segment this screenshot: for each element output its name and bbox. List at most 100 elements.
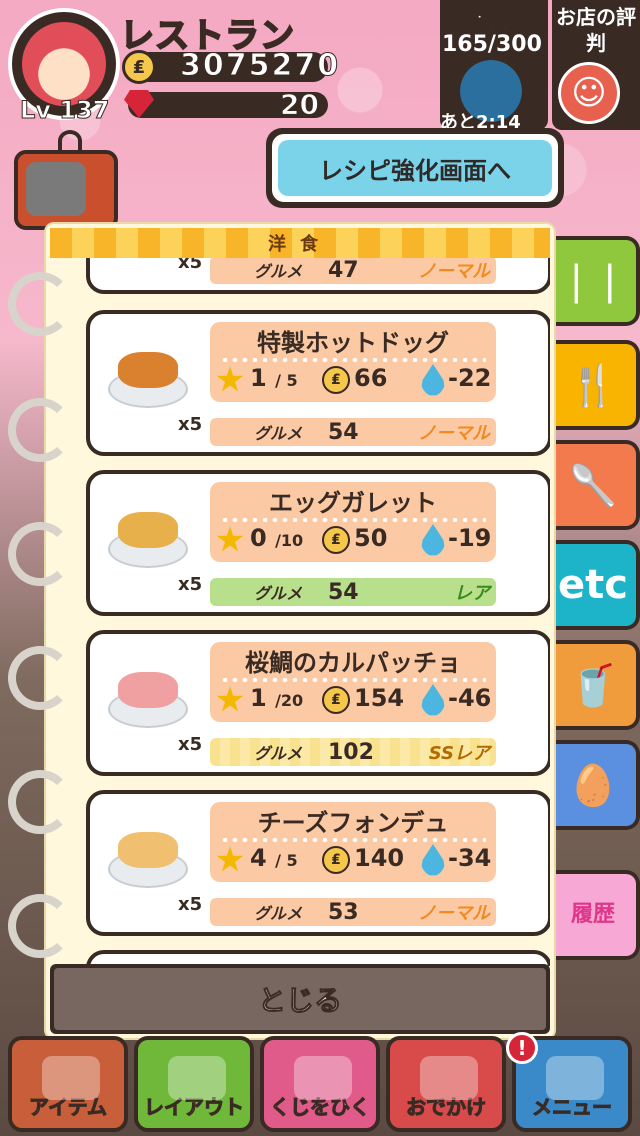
gourmet-label: グルメ [254,744,303,763]
recipe-name: エッグガレット [269,488,437,517]
recipe-price: 50 [354,524,388,552]
tv-icon[interactable] [14,130,118,230]
recipe-quantity: x5 [178,258,203,273]
gourmet-row: グルメ 102 SSレア [210,738,496,766]
food-icon [118,512,178,548]
recipe-list[interactable]: x5 ₤ グルメ 47 ノーマル x5 特製ホットドッグ 1 / 5 ₤ 66 … [50,258,550,966]
recipe-stars: 0 /10 [250,524,303,552]
stars-max: / 5 [275,371,298,390]
gourmet-value: 53 [328,899,359,925]
nav-button-2[interactable]: くじをひく [260,1036,380,1132]
recipe-enhance-button[interactable]: レシピ強化画面へ [266,128,564,208]
dish-image [108,818,188,898]
recipe-name: チーズフォンデュ [257,808,449,837]
recipe-stars: 1 /20 [250,684,303,712]
notebook-ring [8,272,72,336]
stars-max: /10 [275,531,304,550]
notebook-ring [8,770,72,834]
recipe-card[interactable]: x5 チーズフォンデュ 4 / 5 ₤ 140 -34 グルメ 53 ノーマル [86,790,550,936]
nav-button-3[interactable]: おでかけ [386,1036,506,1132]
nav-icon [420,1056,478,1100]
nav-icon [42,1056,100,1100]
recipe-stamina-cost: -22 [448,364,492,392]
gourmet-value: 54 [328,419,359,445]
nav-icon [546,1056,604,1100]
gourmet-label: グルメ [254,904,303,923]
gourmet-label: グルメ [254,262,303,281]
dotted-divider [220,518,486,522]
recipe-stars: 1 / 5 [250,364,298,392]
close-button-label: とじる [54,968,546,1030]
rarity-badge: SSレア [428,743,490,764]
recipe-price: 154 [354,684,405,712]
coin-icon: ₤ [322,526,350,554]
dish-image [108,338,188,418]
dotted-divider [220,678,486,682]
nav-icon [294,1056,352,1100]
recipe-quantity: x5 [178,894,203,915]
recipe-stamina-cost: -34 [448,844,492,872]
gourmet-row: グルメ 54 レア [210,578,496,606]
etc-icon[interactable]: etc [550,540,640,630]
enhance-button-frame: レシピ強化画面へ [272,134,558,202]
recipe-name: 桜鯛のカルパッチョ [245,648,461,677]
coin-icon: ₤ [122,50,156,84]
recipe-card[interactable]: x5 エッグガレット 0 /10 ₤ 50 -19 グルメ 54 レア [86,470,550,616]
avatar-face-icon [22,22,106,106]
notebook-ring [8,646,72,710]
dotted-divider [220,358,486,362]
coin-icon: ₤ [322,686,350,714]
smile-face-icon: ☺ [558,62,620,124]
nav-icon [168,1056,226,1100]
dotted-divider [220,838,486,842]
nav-button-1[interactable]: レイアウト [134,1036,254,1132]
recipe-price: 66 [354,364,388,392]
nav-button-0[interactable]: アイテム [8,1036,128,1132]
recipe-card[interactable]: x5 ₤ グルメ 47 ノーマル [86,258,550,294]
gourmet-row: グルメ 54 ノーマル [210,418,496,446]
player-level: Lv 137 [19,96,110,125]
money-value: 3075270 [179,48,341,84]
dish-image [108,498,188,578]
stars-current: 4 [250,844,267,872]
recipe-card[interactable]: x5 特製ホットドッグ 1 / 5 ₤ 66 -22 グルメ 54 ノーマル [86,310,550,456]
gourmet-value: 102 [328,739,374,765]
coin-icon: ₤ [322,366,350,394]
gem-count: 20 [280,88,320,122]
close-button[interactable]: とじる [50,964,550,1034]
drink-icon[interactable]: 🥤 [550,640,640,730]
stamina-value: 165/300 [442,32,542,57]
gourmet-row: グルメ 47 ノーマル [210,258,496,284]
recipe-quantity: x5 [178,734,203,755]
history-icon[interactable]: 履歴 [550,870,640,960]
rarity-badge: レア [454,583,490,604]
stars-max: /20 [275,691,304,710]
enhance-button-label: レシピ強化画面へ [278,140,552,196]
gourmet-label: グルメ [254,424,303,443]
fork-knife-icon[interactable]: 🍴 [550,340,640,430]
notebook-ring [8,894,72,958]
tv-screen [26,162,86,216]
recipe-quantity: x5 [178,574,203,595]
notebook-ring [8,522,72,586]
gourmet-row: グルメ 53 ノーマル [210,898,496,926]
stars-max: / 5 [275,851,298,870]
reputation-title: お店の評判 [556,5,636,55]
notification-badge: ! [506,1032,538,1064]
category-title: 洋食 [50,228,550,258]
chopsticks-icon[interactable]: ❘❘ [550,236,640,326]
spoon-icon[interactable]: 🥄 [550,440,640,530]
stars-current: 0 [250,524,267,552]
recipe-price: 140 [354,844,405,872]
recipe-card[interactable]: x5 桜鯛のカルパッチョ 1 /20 ₤ 154 -46 グルメ 102 SSレ… [86,630,550,776]
rarity-badge: ノーマル [418,423,490,444]
tv-antenna [58,130,82,152]
recipe-quantity: x5 [178,414,203,435]
notebook-ring [8,398,72,462]
gourmet-value: 47 [328,258,359,283]
gourmet-value: 54 [328,579,359,605]
stars-current: 1 [250,684,267,712]
food-icon [118,672,178,708]
egg-icon[interactable]: 🥚 [550,740,640,830]
recipe-stamina-cost: -46 [448,684,492,712]
